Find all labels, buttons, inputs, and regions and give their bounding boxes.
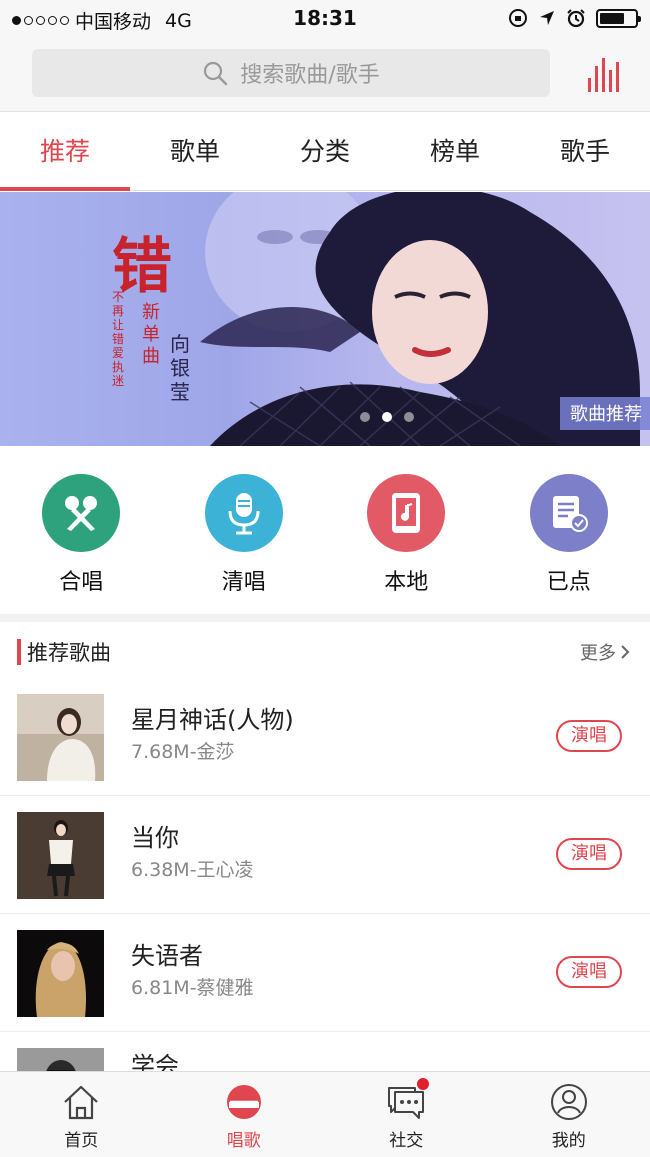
nav-sing[interactable]: 唱歌 <box>163 1072 326 1157</box>
banner-artist: 向银莹 <box>170 332 190 404</box>
tab-categories[interactable]: 分类 <box>260 112 390 190</box>
local-music-icon <box>367 474 446 552</box>
search-input[interactable]: 搜索歌曲/歌手 <box>32 49 550 97</box>
nav-label: 首页 <box>64 1131 99 1151</box>
location-icon <box>540 11 554 25</box>
song-row[interactable]: 星月神话(人物) 7.68M-金莎 演唱 <box>0 678 650 796</box>
tab-singers[interactable]: 歌手 <box>520 112 650 190</box>
song-cover[interactable] <box>17 812 104 899</box>
more-link[interactable]: 更多 <box>580 639 630 665</box>
song-title: 星月神话(人物) <box>131 706 294 734</box>
search-header: 搜索歌曲/歌手 <box>0 38 650 111</box>
section-marker <box>17 639 21 665</box>
banner-tag: 歌曲推荐 <box>560 397 650 430</box>
song-cover[interactable] <box>17 1048 104 1072</box>
alarm-icon <box>567 9 585 28</box>
song-row[interactable]: 当你 6.38M-王心凌 演唱 <box>0 796 650 914</box>
song-row[interactable]: 学会 <box>0 1032 650 1080</box>
section-title: 推荐歌曲 <box>27 641 111 665</box>
banner-dot[interactable] <box>404 412 414 422</box>
section-divider <box>0 614 650 622</box>
banner-dot[interactable] <box>360 412 370 422</box>
banner-slogan: 不再让错爱执迷 <box>112 290 125 388</box>
local-button[interactable]: 本地 <box>325 446 488 614</box>
equalizer-icon[interactable] <box>587 56 625 92</box>
local-label: 本地 <box>384 570 429 595</box>
home-icon <box>64 1085 99 1120</box>
song-meta: 6.38M-王心凌 <box>131 859 254 881</box>
more-label: 更多 <box>580 643 616 664</box>
song-cover[interactable] <box>17 930 104 1017</box>
search-icon <box>204 61 228 86</box>
song-title: 失语者 <box>131 942 203 970</box>
banner-dot-active[interactable] <box>382 412 392 422</box>
tab-charts[interactable]: 榜单 <box>390 112 520 190</box>
ordered-list-icon <box>529 474 608 552</box>
chevron-right-icon <box>621 645 630 659</box>
ordered-label: 已点 <box>546 570 591 595</box>
banner-pagination[interactable] <box>360 412 414 422</box>
acapella-label: 清唱 <box>221 570 266 595</box>
nav-label: 我的 <box>551 1131 586 1151</box>
banner-subtitle: 新单曲 <box>142 302 160 367</box>
recommend-header: 推荐歌曲 更多 <box>0 622 650 678</box>
song-row[interactable]: 失语者 6.81M-蔡健雅 演唱 <box>0 914 650 1032</box>
sing-button[interactable]: 演唱 <box>556 956 622 988</box>
status-right <box>508 8 641 28</box>
search-placeholder: 搜索歌曲/歌手 <box>240 63 380 88</box>
chorus-button[interactable]: 合唱 <box>0 446 163 614</box>
nav-social[interactable]: 社交 <box>325 1072 488 1157</box>
rotation-lock-icon <box>509 9 527 27</box>
nav-profile[interactable]: 我的 <box>488 1072 650 1157</box>
sing-button[interactable]: 演唱 <box>556 838 622 870</box>
tab-playlists[interactable]: 歌单 <box>130 112 260 190</box>
tab-recommend[interactable]: 推荐 <box>0 112 130 191</box>
banner-artwork <box>200 192 640 446</box>
song-title: 当你 <box>131 824 179 852</box>
status-bar: 中国移动 4G 18:31 <box>0 0 650 38</box>
promo-banner[interactable]: 错 不再让错爱执迷 新单曲 向银莹 歌曲推荐 <box>0 192 650 446</box>
notification-badge <box>417 1078 429 1090</box>
sing-mic-icon <box>226 1085 261 1119</box>
ordered-button[interactable]: 已点 <box>488 446 650 614</box>
chorus-label: 合唱 <box>59 570 104 595</box>
song-meta: 7.68M-金莎 <box>131 741 235 763</box>
category-tabs: 推荐 歌单 分类 榜单 歌手 <box>0 111 650 191</box>
nav-home[interactable]: 首页 <box>0 1072 163 1157</box>
profile-icon <box>550 1084 587 1120</box>
acapella-button[interactable]: 清唱 <box>163 446 326 614</box>
song-meta: 6.81M-蔡健雅 <box>131 977 254 999</box>
nav-label: 唱歌 <box>226 1131 261 1151</box>
nav-label: 社交 <box>389 1131 424 1151</box>
song-cover[interactable] <box>17 694 104 781</box>
sing-button[interactable]: 演唱 <box>556 720 622 752</box>
chorus-mic-icon <box>42 474 121 552</box>
quick-actions: 合唱 清唱 本地 已点 <box>0 446 650 614</box>
battery-icon <box>596 8 641 28</box>
bottom-nav: 首页 唱歌 社交 我的 <box>0 1071 650 1157</box>
microphone-icon <box>204 474 283 552</box>
